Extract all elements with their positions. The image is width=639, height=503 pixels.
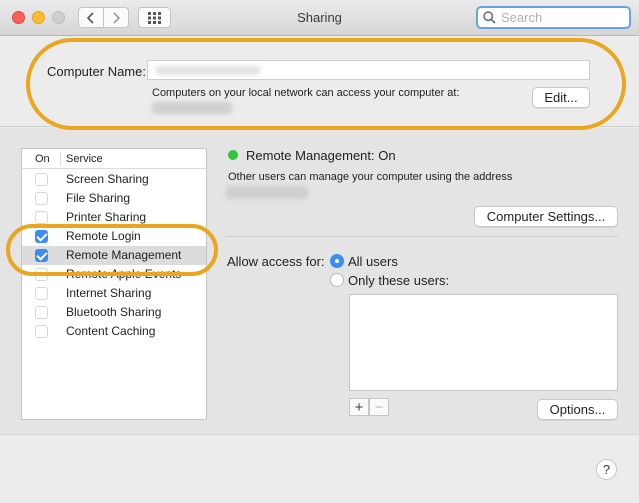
sharing-content: On Service Screen Sharing File Sharing Pri… (0, 128, 639, 435)
service-row[interactable]: Screen Sharing (22, 170, 206, 189)
column-divider (60, 152, 61, 166)
service-label: Bluetooth Sharing (66, 305, 162, 319)
blurred-remote-address (226, 186, 308, 199)
search-field[interactable] (476, 6, 631, 29)
computer-settings-button[interactable]: Computer Settings... (474, 206, 618, 227)
service-label: File Sharing (66, 191, 131, 205)
service-checkbox[interactable] (35, 287, 48, 300)
service-checkbox[interactable] (35, 173, 48, 186)
service-row[interactable]: Content Caching (22, 322, 206, 341)
add-user-button[interactable]: + (349, 398, 369, 416)
only-these-users-label[interactable]: Only these users: (348, 273, 449, 288)
computer-name-label: Computer Name: (47, 64, 146, 79)
service-label: Printer Sharing (66, 210, 147, 224)
service-checkbox[interactable] (35, 325, 48, 338)
service-checkbox[interactable] (35, 192, 48, 205)
service-label: Remote Apple Events (66, 267, 182, 281)
computer-name-section: Computer Name: Computers on your local n… (0, 37, 639, 127)
all-users-radio[interactable] (330, 254, 344, 268)
service-row[interactable]: Remote Management (22, 246, 206, 265)
service-row[interactable]: Internet Sharing (22, 284, 206, 303)
service-row[interactable]: Remote Apple Events (22, 265, 206, 284)
service-row[interactable]: Printer Sharing (22, 208, 206, 227)
service-list: On Service Screen Sharing File Sharing Pri… (21, 148, 207, 420)
computer-name-description: Computers on your local network can acce… (152, 87, 460, 99)
title-bar: Sharing (0, 0, 639, 36)
service-status: Remote Management: On (246, 148, 396, 163)
service-checkbox[interactable] (35, 211, 48, 224)
service-label: Content Caching (66, 324, 156, 338)
edit-button[interactable]: Edit... (532, 87, 590, 108)
service-checkbox[interactable] (35, 249, 48, 262)
remove-user-button[interactable]: − (369, 398, 389, 416)
service-label: Remote Management (66, 248, 182, 262)
help-button[interactable]: ? (596, 459, 617, 480)
search-icon (483, 11, 496, 24)
service-list-header: On Service (22, 149, 206, 169)
blurred-local-address (152, 102, 232, 114)
sharing-window: Sharing Computer Name: Computers on your… (0, 0, 639, 503)
divider (226, 236, 618, 237)
service-row[interactable]: Remote Login (22, 227, 206, 246)
column-on: On (35, 153, 50, 165)
computer-name-field[interactable] (147, 60, 590, 80)
only-these-users-radio[interactable] (330, 273, 344, 287)
blurred-computer-name (156, 66, 260, 75)
service-description: Other users can manage your computer usi… (228, 171, 513, 183)
search-input[interactable] (501, 10, 621, 25)
service-row[interactable]: File Sharing (22, 189, 206, 208)
service-label: Internet Sharing (66, 286, 152, 300)
service-checkbox[interactable] (35, 230, 48, 243)
service-label: Remote Login (66, 229, 141, 243)
allow-access-label: Allow access for: (227, 254, 325, 269)
options-button[interactable]: Options... (537, 399, 618, 420)
service-checkbox[interactable] (35, 306, 48, 319)
service-label: Screen Sharing (66, 172, 149, 186)
service-checkbox[interactable] (35, 268, 48, 281)
status-indicator-icon (228, 150, 238, 160)
service-row[interactable]: Bluetooth Sharing (22, 303, 206, 322)
users-list[interactable] (349, 294, 618, 391)
all-users-label[interactable]: All users (348, 254, 398, 269)
column-service: Service (66, 153, 103, 165)
